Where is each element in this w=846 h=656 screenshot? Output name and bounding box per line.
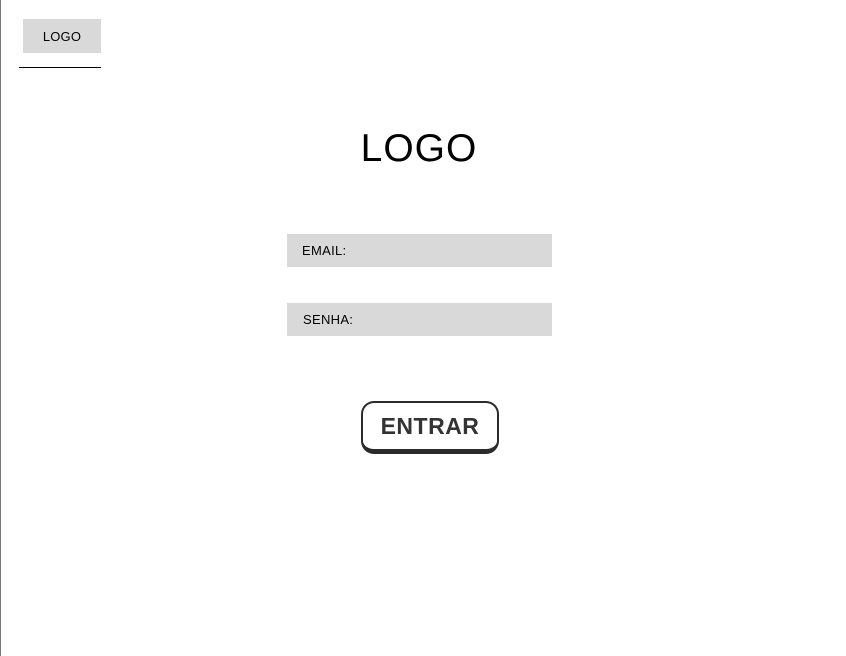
email-input[interactable] <box>346 234 552 267</box>
header-logo: LOGO <box>23 19 101 53</box>
password-label: SENHA: <box>303 312 354 327</box>
password-input[interactable] <box>353 303 552 336</box>
email-label: EMAIL: <box>302 243 347 258</box>
main-logo: LOGO <box>360 127 478 170</box>
email-field[interactable]: EMAIL: <box>287 234 552 267</box>
enter-button[interactable]: ENTRAR <box>361 401 499 454</box>
password-field[interactable]: SENHA: <box>287 303 552 336</box>
header-logo-text: LOGO <box>42 28 82 44</box>
login-page: LOGO LOGO EMAIL: SENHA: ENTRAR <box>0 0 846 656</box>
header-divider <box>19 67 101 68</box>
